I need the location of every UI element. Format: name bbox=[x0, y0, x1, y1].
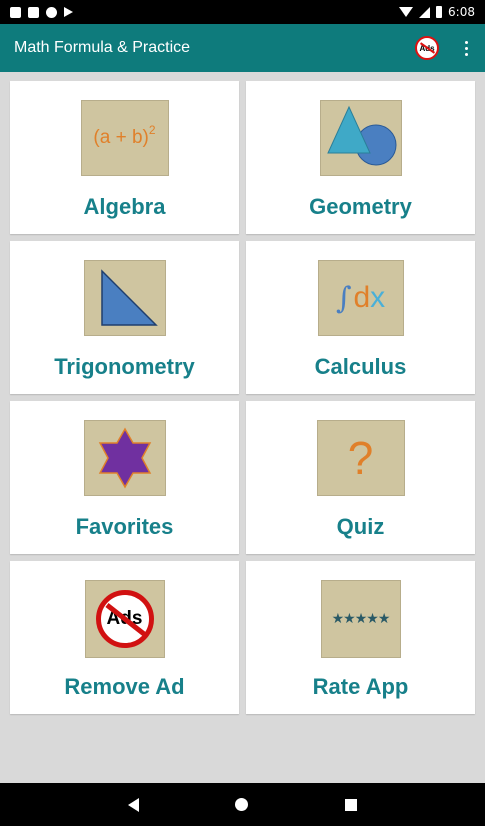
no-ads-circle: Ads bbox=[95, 590, 154, 648]
ads-badge-text: Ads bbox=[419, 43, 435, 53]
geometry-icon bbox=[319, 100, 402, 176]
tile-label: Favorites bbox=[75, 514, 174, 539]
calculus-icon: ∫ d x bbox=[317, 260, 404, 336]
tile-label: Quiz bbox=[336, 514, 385, 539]
a-icon bbox=[10, 6, 21, 18]
tile-remove-ad[interactable]: Ads Remove Ad bbox=[10, 561, 239, 714]
back-icon[interactable] bbox=[128, 797, 140, 812]
home-icon[interactable] bbox=[235, 798, 249, 811]
circle-icon bbox=[46, 6, 57, 18]
tile-label: Calculus bbox=[314, 354, 407, 379]
nav-bar bbox=[0, 783, 485, 826]
star-icon bbox=[83, 420, 166, 496]
five-stars-icon: ★★★★★ bbox=[320, 580, 401, 658]
signal-icon bbox=[419, 6, 431, 18]
no-ads-icon: Ads bbox=[84, 580, 165, 658]
status-left-icons bbox=[10, 6, 73, 18]
category-grid: (a + b) 2 Algebra Geometry Trigonometry … bbox=[10, 81, 475, 714]
tile-label: Geometry bbox=[309, 194, 412, 219]
remove-ads-icon[interactable]: Ads bbox=[415, 36, 439, 60]
tile-calculus[interactable]: ∫ d x Calculus bbox=[246, 241, 475, 394]
battery-icon bbox=[436, 6, 443, 18]
more-vert-icon[interactable] bbox=[461, 40, 471, 56]
tile-rate-app[interactable]: ★★★★★ Rate App bbox=[246, 561, 475, 714]
tile-trigonometry[interactable]: Trigonometry bbox=[10, 241, 239, 394]
status-right-icons: 6:08 bbox=[399, 5, 475, 19]
status-time: 6:08 bbox=[448, 5, 475, 19]
tile-label: Rate App bbox=[312, 674, 409, 699]
algebra-icon: (a + b) 2 bbox=[80, 100, 169, 176]
question-icon: ? bbox=[316, 420, 405, 496]
play-store-icon bbox=[64, 7, 73, 17]
tile-geometry[interactable]: Geometry bbox=[246, 81, 475, 234]
wifi-icon bbox=[399, 7, 414, 17]
tile-favorites[interactable]: Favorites bbox=[10, 401, 239, 554]
tile-algebra[interactable]: (a + b) 2 Algebra bbox=[10, 81, 239, 234]
app-bar: Math Formula & Practice Ads bbox=[0, 24, 485, 72]
sd-card-icon bbox=[28, 6, 39, 18]
tile-label: Trigonometry bbox=[54, 354, 195, 379]
tile-quiz[interactable]: ? Quiz bbox=[246, 401, 475, 554]
tile-label: Algebra bbox=[83, 194, 166, 219]
recents-icon[interactable] bbox=[344, 798, 357, 811]
app-title: Math Formula & Practice bbox=[14, 39, 191, 56]
trigonometry-icon bbox=[83, 260, 166, 336]
status-bar: 6:08 bbox=[0, 0, 485, 24]
tile-label: Remove Ad bbox=[64, 674, 185, 699]
